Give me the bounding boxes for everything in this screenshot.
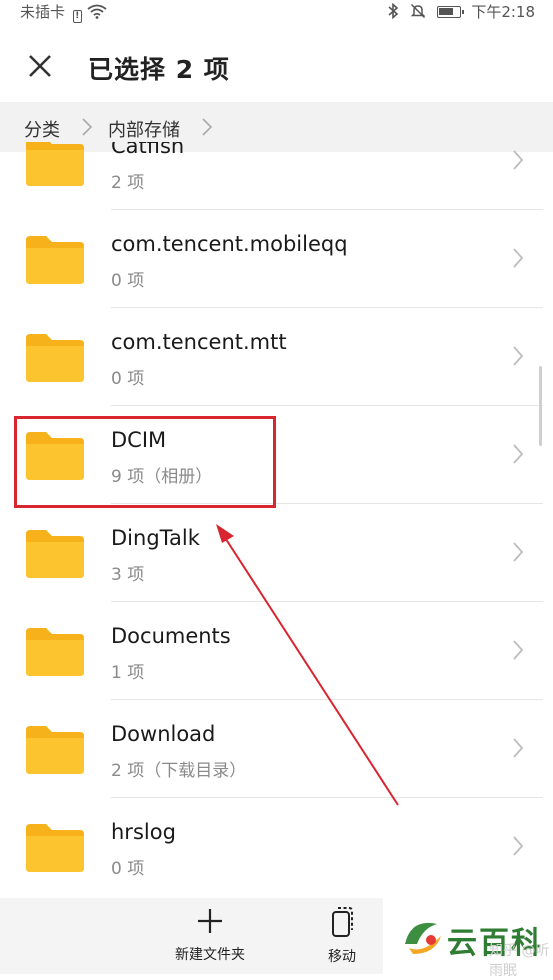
folder-item-count: 0 项 [111,271,145,291]
watermark-source: 知乎 @听雨眠 [489,943,550,979]
folder-name: hrslog [111,820,176,844]
sim-alert-icon: ! [72,10,82,23]
dcim-highlight-box [14,416,276,508]
status-bar: 未插卡 ! 下午2:18 [0,0,553,24]
move-icon [332,907,353,937]
status-right: 下午2:18 [387,1,535,22]
chevron-right-icon [513,836,524,856]
folder-row-mobileqq[interactable]: com.tencent.mobileqq 0 项 [0,210,553,308]
breadcrumb-item-category[interactable]: 分类 [24,116,60,142]
folder-item-count: 3 项 [111,565,145,585]
folder-icon [26,334,84,382]
watermark: 云百科 知乎 @听雨眠 [383,898,553,979]
folder-icon [26,726,84,774]
folder-list[interactable]: Catfish 2 项 com.tencent.mobileqq 0 项 com… [0,142,553,898]
plus-icon [198,909,222,933]
folder-name: com.tencent.mtt [111,330,287,354]
folder-icon [26,628,84,676]
folder-item-count: 2 项 [111,173,145,193]
folder-name: Download [111,722,216,746]
folder-name: DingTalk [111,526,200,550]
folder-row-download[interactable]: Download 2 项（下载目录） [0,700,553,798]
wifi-icon [87,4,107,19]
folder-name: com.tencent.mobileqq [111,232,348,256]
breadcrumb-item-internal-storage[interactable]: 内部存储 [108,116,180,142]
brand-logo-icon [405,922,441,954]
folder-icon [26,824,84,872]
folder-row-hrslog[interactable]: hrslog 0 项 [0,798,553,896]
close-icon[interactable] [24,50,56,82]
folder-name: Documents [111,624,231,648]
folder-icon [26,142,84,186]
chevron-right-icon [513,542,524,562]
chevron-right-icon [513,640,524,660]
new-folder-button[interactable]: 新建文件夹 [168,906,252,964]
folder-row-mtt[interactable]: com.tencent.mtt 0 项 [0,308,553,406]
folder-icon [26,530,84,578]
folder-icon [26,236,84,284]
move-label: 移动 [328,949,356,965]
move-button[interactable]: 移动 [318,906,366,966]
folder-row-catfish[interactable]: Catfish 2 项 [0,142,553,210]
folder-item-count: 0 项 [111,369,145,389]
folder-row-dingtalk[interactable]: DingTalk 3 项 [0,504,553,602]
folder-item-count: 0 项 [111,859,145,879]
selection-header: 已选择 2 项 [0,24,553,102]
chevron-right-icon [513,738,524,758]
chevron-right-icon [82,118,93,136]
folder-row-documents[interactable]: Documents 1 项 [0,602,553,700]
status-left: 未插卡 ! [20,1,107,23]
new-folder-label: 新建文件夹 [175,947,245,963]
folder-item-count: 1 项 [111,663,145,683]
mute-bell-icon [410,3,426,19]
folder-name: Catfish [111,142,185,158]
battery-icon [436,6,464,18]
folder-item-count: 2 项（下载目录） [111,761,247,781]
chevron-right-icon [202,118,213,136]
carrier-text: 未插卡 [20,3,66,21]
page-title: 已选择 2 项 [88,55,230,84]
chevron-right-icon [513,150,524,170]
chevron-right-icon [513,346,524,366]
scrollbar-thumb[interactable] [539,366,542,446]
status-time: 下午2:18 [471,3,535,21]
chevron-right-icon [513,444,524,464]
chevron-right-icon [513,248,524,268]
bluetooth-icon [388,2,399,20]
